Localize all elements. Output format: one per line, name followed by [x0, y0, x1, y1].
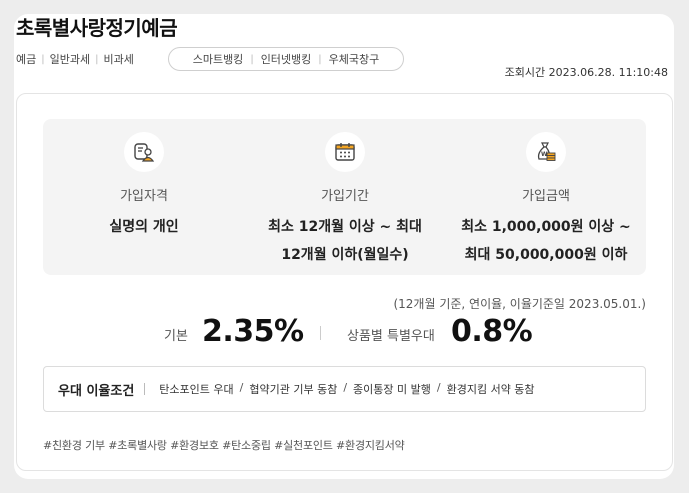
- condition-item: 협약기관 기부 동참: [249, 383, 338, 396]
- rate-divider: [320, 326, 321, 340]
- channel-post-office: 우체국창구: [328, 53, 380, 66]
- hashtags: #친환경 기부 #초록별사랑 #환경보호 #탄소중립 #실천포인트 #환경지킴서…: [43, 439, 405, 452]
- tax-tags: 예금 | 일반과세 | 비과세: [16, 51, 134, 67]
- condition-separator: /: [343, 381, 348, 394]
- tag-deposit: 예금: [16, 53, 37, 66]
- amount-value-line1: 최소 1,000,000원 이상 ~: [461, 219, 631, 235]
- inquiry-time: 조회시간 2023.06.28. 11:10:48: [504, 66, 668, 79]
- info-eligibility: 가입자격 실명의 개인: [44, 132, 244, 241]
- tag-general-tax: 일반과세: [49, 53, 91, 66]
- amount-label: 가입금액: [522, 189, 570, 204]
- channel-separator: |: [250, 53, 254, 65]
- eligibility-value: 실명의 개인: [109, 219, 179, 235]
- preferential-rate-label: 상품별 특별우대: [347, 329, 435, 344]
- tag-separator: |: [95, 53, 99, 65]
- user-document-icon: [124, 132, 164, 172]
- condition-item: 환경지킴 서약 동참: [446, 383, 535, 396]
- condition-separator: /: [239, 381, 244, 394]
- conditions-list: 탄소포인트 우대 / 협약기관 기부 동참 / 종이통장 미 발행 / 환경지킴…: [159, 381, 534, 397]
- tag-separator: |: [41, 53, 45, 65]
- amount-value-line2: 최대 50,000,000원 이하: [464, 247, 628, 263]
- period-value-line2: 12개월 이하(월일수): [281, 247, 409, 263]
- basic-rate-value: 2.35%: [202, 314, 304, 349]
- channel-separator: |: [318, 53, 322, 65]
- condition-separator: /: [436, 381, 441, 394]
- channel-smart-banking: 스마트뱅킹: [192, 53, 244, 66]
- info-amount: W 가입금액 최소 1,000,000원 이상 ~ 최대 50,000,000원…: [446, 132, 646, 269]
- period-value-line1: 최소 12개월 이상 ~ 최대: [268, 219, 422, 235]
- tag-tax-free: 비과세: [103, 53, 134, 66]
- channel-pill: 스마트뱅킹 | 인터넷뱅킹 | 우체국창구: [168, 47, 404, 71]
- calendar-icon: [325, 132, 365, 172]
- eligibility-label: 가입자격: [120, 189, 168, 204]
- condition-item: 종이통장 미 발행: [353, 383, 431, 396]
- basic-rate-label: 기본: [164, 329, 188, 344]
- period-label: 가입기간: [321, 189, 369, 204]
- amount-value: 최소 1,000,000원 이상 ~ 최대 50,000,000원 이하: [446, 213, 646, 269]
- rate-note: (12개월 기준, 연이율, 이율기준일 2023.05.01.): [393, 297, 646, 311]
- preferential-conditions: 우대 이율조건 탄소포인트 우대 / 협약기관 기부 동참 / 종이통장 미 발…: [43, 366, 646, 412]
- preferential-rate-value: 0.8%: [451, 314, 533, 349]
- money-bag-icon: W: [526, 132, 566, 172]
- conditions-title: 우대 이율조건: [58, 383, 135, 399]
- info-period: 가입기간 최소 12개월 이상 ~ 최대 12개월 이하(월일수): [245, 132, 445, 269]
- condition-item: 탄소포인트 우대: [159, 383, 234, 396]
- product-title: 초록별사랑정기예금: [16, 16, 178, 40]
- conditions-divider: [144, 383, 146, 395]
- period-value: 최소 12개월 이상 ~ 최대 12개월 이하(월일수): [245, 213, 445, 269]
- channel-internet-banking: 인터넷뱅킹: [260, 53, 312, 66]
